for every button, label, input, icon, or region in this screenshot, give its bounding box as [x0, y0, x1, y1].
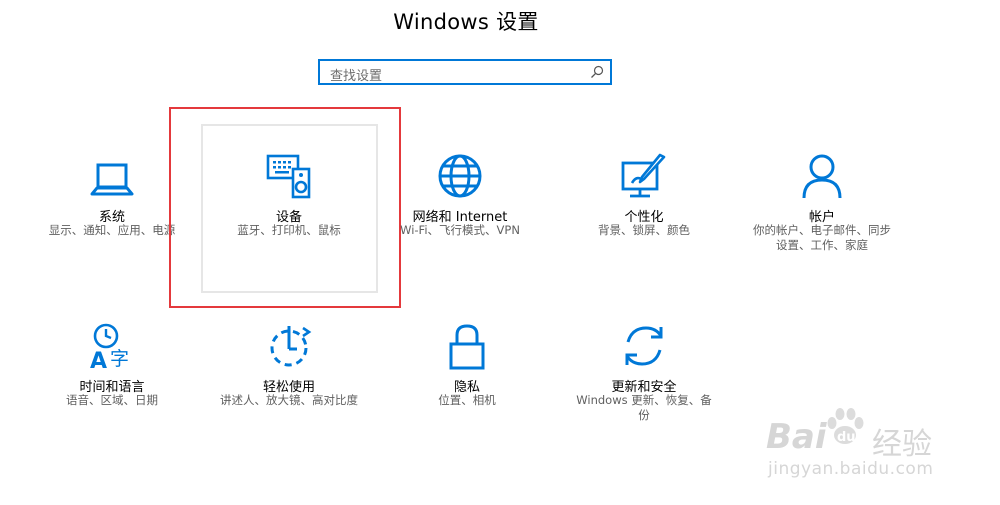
baidu-jingyan-watermark: Bai du 经验 jingyan.baidu.com [760, 405, 960, 485]
tile-update-security[interactable]: 更新和安全 Windows 更新、恢复、备 份 [569, 322, 719, 432]
tile-desc: 讲述人、放大镜、高对比度 [220, 393, 358, 407]
tile-desc: 语音、区域、日期 [66, 393, 158, 407]
tile-personalization[interactable]: 个性化 背景、锁屏、颜色 [569, 152, 719, 262]
lock-icon [449, 324, 485, 370]
tile-desc-line2: 设置、工作、家庭 [776, 238, 868, 252]
search-input[interactable]: 查找设置 [318, 59, 612, 85]
tile-time-language[interactable]: A 字 时间和语言 语音、区域、日期 [37, 322, 187, 432]
tile-desc-line1: Windows 更新、恢复、备 [576, 393, 712, 407]
watermark-brand2: du [837, 430, 856, 445]
svg-text:A: A [90, 349, 107, 370]
ease-of-access-icon [270, 326, 312, 367]
tile-desc: 位置、相机 [438, 393, 496, 407]
svg-text:字: 字 [110, 348, 129, 370]
search-placeholder: 查找设置 [330, 69, 383, 84]
tile-system[interactable]: 系统 显示、通知、应用、电源 [37, 152, 187, 262]
search-icon[interactable] [590, 65, 604, 79]
tile-desc: Wi-Fi、飞行模式、VPN [400, 223, 520, 237]
tile-desc: 背景、锁屏、颜色 [598, 223, 690, 237]
watermark-brand: Bai [766, 417, 827, 457]
person-icon [802, 154, 842, 199]
watermark-url: jingyan.baidu.com [768, 459, 934, 479]
tile-desc-line2: 份 [638, 408, 650, 422]
tile-privacy[interactable]: 隐私 位置、相机 [392, 322, 542, 432]
time-language-icon: A 字 [90, 323, 129, 370]
highlight-box [169, 107, 401, 308]
laptop-icon [90, 163, 134, 196]
sync-icon [625, 326, 663, 366]
page-title: Windows 设置 [393, 10, 539, 34]
tile-accounts[interactable]: 帐户 你的帐户、电子邮件、同步 设置、工作、家庭 [747, 152, 897, 262]
paw-icon: du [827, 408, 864, 445]
watermark-cn: 经验 [872, 427, 932, 462]
tile-network[interactable]: 网络和 Internet Wi-Fi、飞行模式、VPN [385, 152, 535, 262]
tile-desc-line1: 你的帐户、电子邮件、同步 [753, 223, 891, 237]
tile-ease-of-access[interactable]: 轻松使用 讲述人、放大镜、高对比度 [214, 322, 364, 432]
globe-icon [438, 154, 482, 198]
personalization-icon [621, 153, 666, 198]
